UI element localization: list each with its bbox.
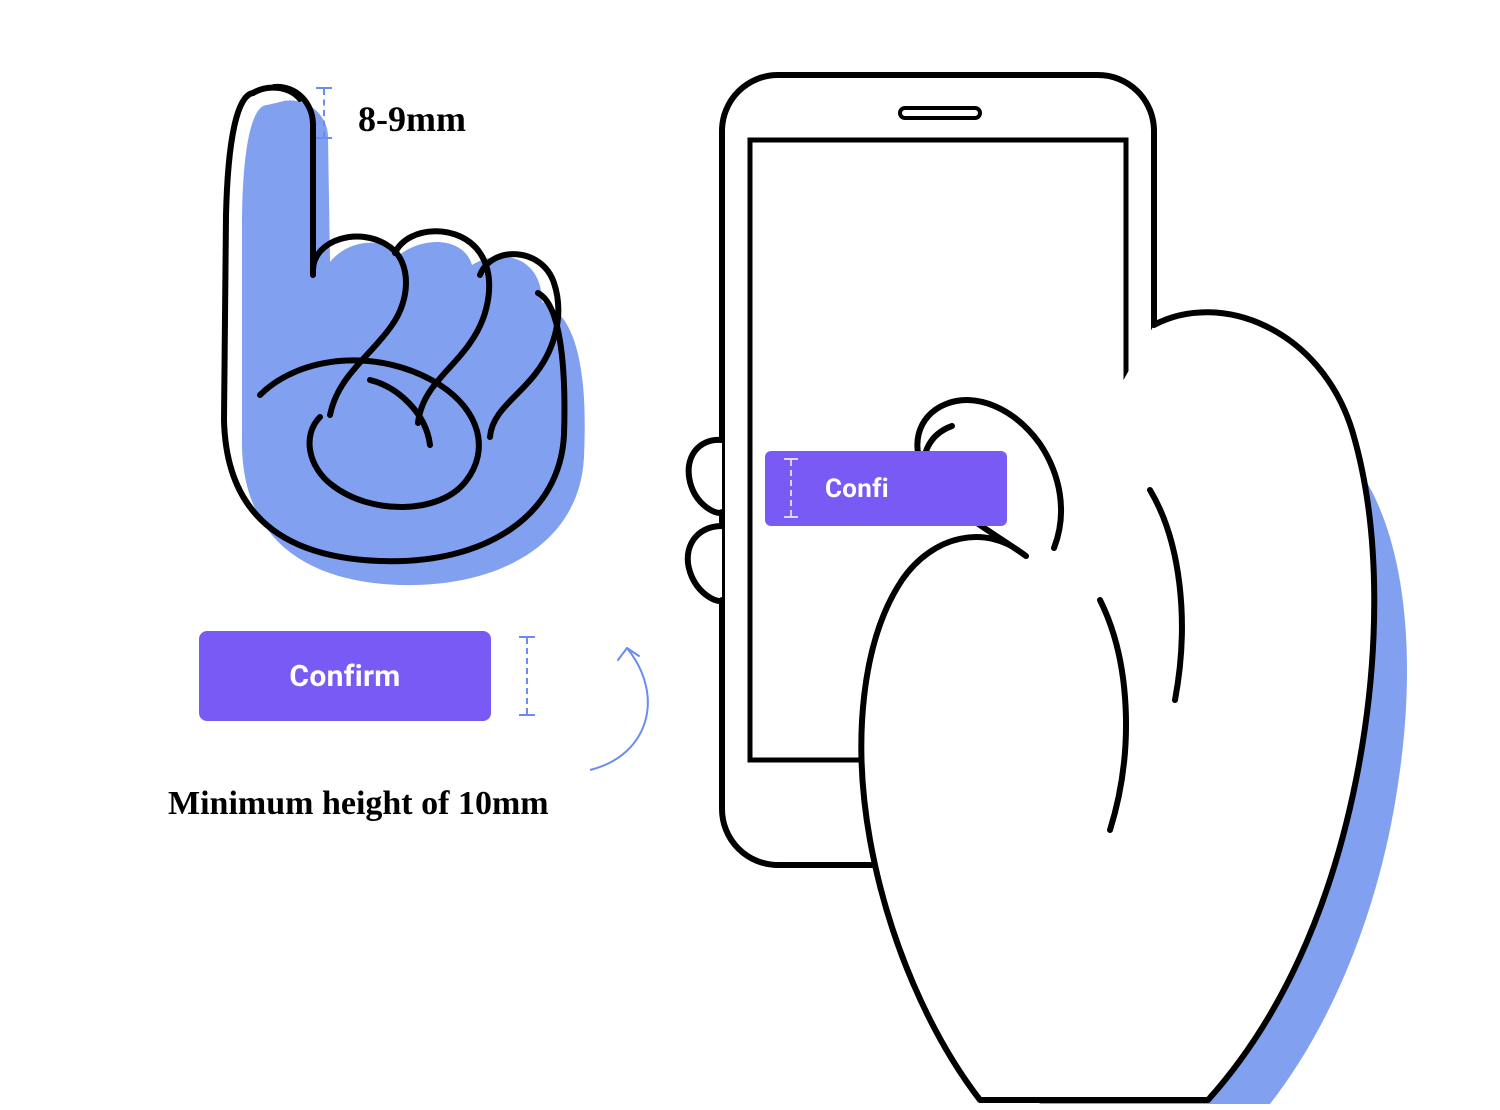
minimum-height-label: Minimum height of 10mm <box>168 785 549 823</box>
confirm-button-example: Confirm <box>199 631 491 721</box>
phone-confirm-button: Confi <box>765 451 1007 526</box>
fingertip-width-label: 8-9mm <box>358 98 466 140</box>
callout-arrow-icon <box>555 640 675 780</box>
pointing-hand-illustration <box>140 75 590 595</box>
button-height-indicator <box>519 636 535 716</box>
phone-in-hand-illustration <box>680 60 1500 1110</box>
phone-button-height-indicator <box>784 458 798 518</box>
fingertip-width-indicator <box>316 87 332 139</box>
